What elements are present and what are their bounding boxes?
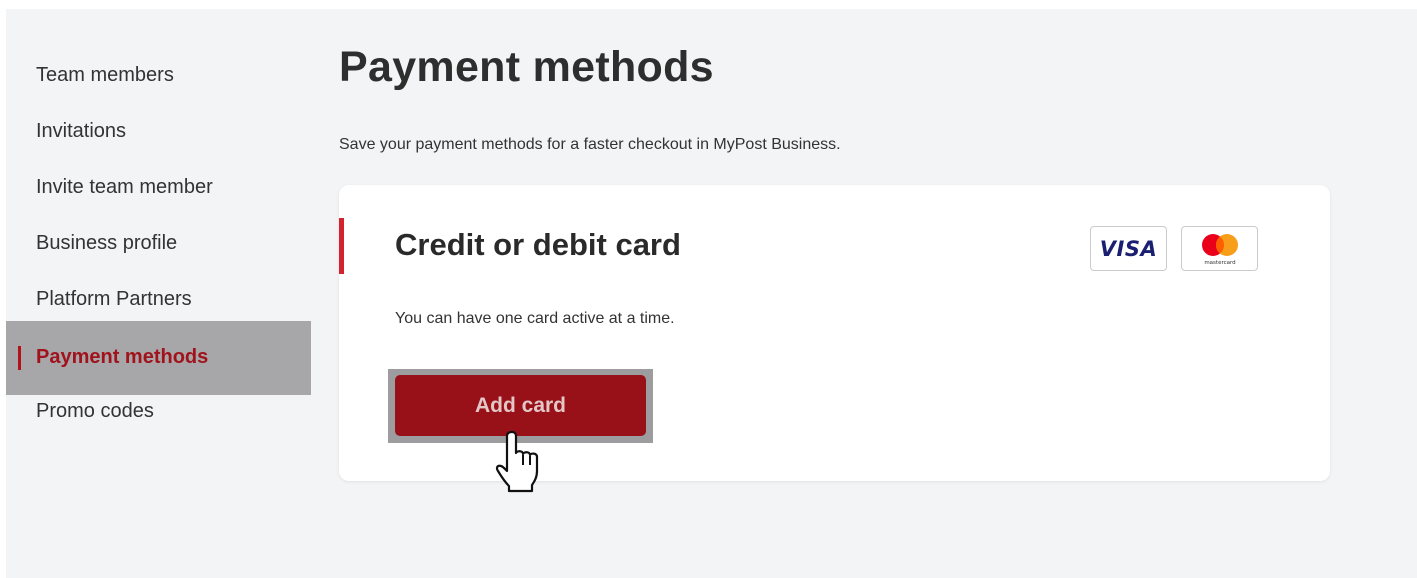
visa-logo: VISA — [1090, 226, 1167, 271]
credit-card-panel: Credit or debit card VISA mastercard You… — [339, 185, 1330, 481]
sidebar-item-business-profile[interactable]: Business profile — [6, 217, 311, 273]
mastercard-logo: mastercard — [1181, 226, 1258, 271]
sidebar: Team members Invitations Invite team mem… — [6, 49, 311, 441]
card-title: Credit or debit card — [395, 227, 681, 262]
card-logos: VISA mastercard — [1090, 226, 1258, 271]
sidebar-item-payment-methods[interactable]: Payment methods — [6, 321, 311, 395]
page-description: Save your payment methods for a faster c… — [339, 136, 841, 153]
hand-pointer-icon — [495, 430, 539, 493]
page-title: Payment methods — [339, 43, 714, 91]
sidebar-item-team-members[interactable]: Team members — [6, 49, 311, 105]
app-frame: Team members Invitations Invite team mem… — [6, 9, 1417, 578]
visa-logo-text: VISA — [1099, 236, 1158, 261]
sidebar-item-invite-team-member[interactable]: Invite team member — [6, 161, 311, 217]
sidebar-item-invitations[interactable]: Invitations — [6, 105, 311, 161]
sidebar-item-promo-codes[interactable]: Promo codes — [6, 385, 311, 441]
card-description: You can have one card active at a time. — [395, 310, 675, 327]
svg-text:mastercard: mastercard — [1204, 260, 1235, 266]
mastercard-icon: mastercard — [1201, 233, 1238, 266]
card-accent-bar — [339, 218, 344, 274]
add-card-button[interactable]: Add card — [395, 375, 646, 436]
